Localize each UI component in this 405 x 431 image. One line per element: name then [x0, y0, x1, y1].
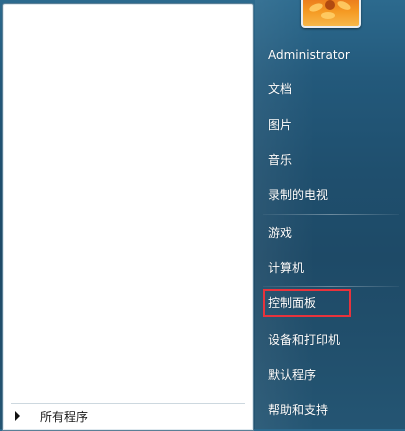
games-item[interactable]: 游戏: [263, 220, 399, 246]
places-pane: Administrator 文档 图片 音乐 录制的电视 游戏 计算机 控制面板…: [255, 0, 405, 429]
flower-icon: [308, 1, 324, 14]
recorded-tv-item[interactable]: 录制的电视: [263, 182, 399, 208]
start-menu: 所有程序 Administrator 文档 图片 音乐 录制的电视 游戏 计算机…: [0, 0, 405, 431]
control-panel-highlight: [263, 289, 351, 317]
all-programs-button[interactable]: 所有程序: [11, 403, 245, 428]
all-programs-label: 所有程序: [40, 409, 89, 424]
help-support-item[interactable]: 帮助和支持: [263, 397, 399, 423]
documents-item[interactable]: 文档: [263, 76, 399, 102]
programs-list: [7, 8, 249, 400]
user-avatar[interactable]: [301, 0, 361, 28]
triangle-right-icon: [15, 411, 20, 421]
music-item[interactable]: 音乐: [263, 147, 399, 173]
menu-separator: [263, 286, 399, 287]
default-programs-item[interactable]: 默认程序: [263, 362, 399, 388]
user-name-item[interactable]: Administrator: [263, 42, 399, 68]
menu-separator: [263, 214, 399, 215]
pictures-item[interactable]: 图片: [263, 112, 399, 138]
computer-item[interactable]: 计算机: [263, 255, 399, 281]
programs-pane: 所有程序: [2, 3, 254, 431]
devices-printers-item[interactable]: 设备和打印机: [263, 327, 399, 353]
